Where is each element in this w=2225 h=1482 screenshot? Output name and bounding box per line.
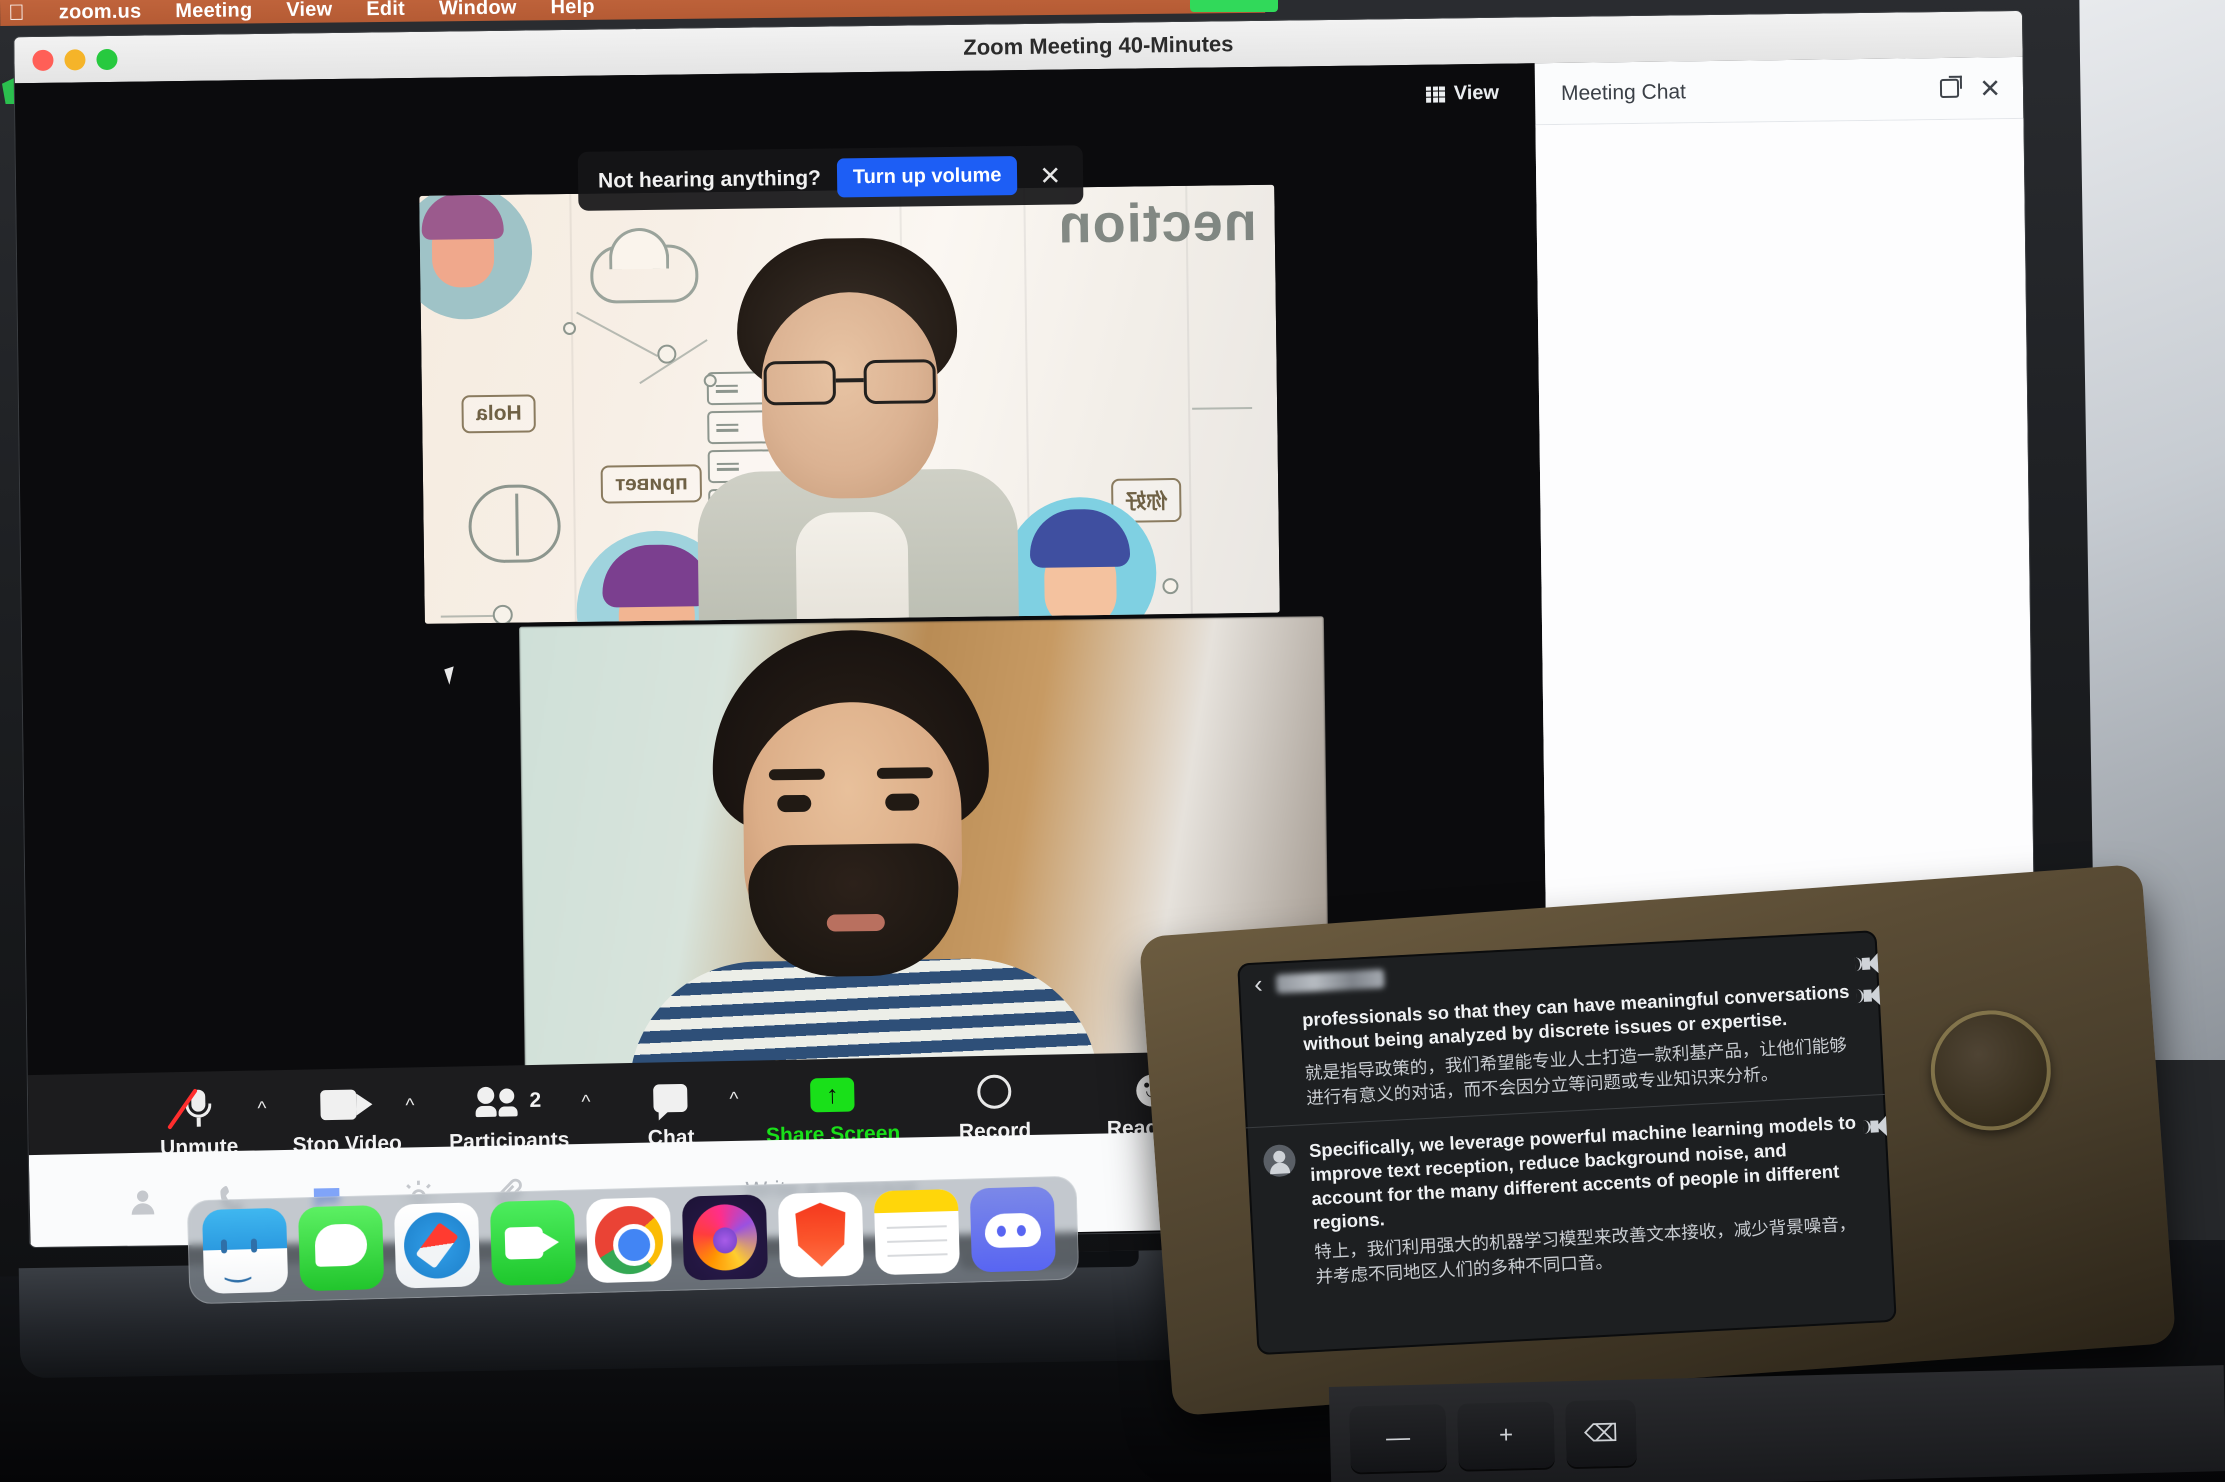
- share-screen-icon: [809, 1073, 855, 1118]
- key-minus[interactable]: —: [1349, 1404, 1447, 1473]
- screenshot-root:  zoom.us Meeting View Edit Window Help …: [0, 0, 2225, 1482]
- video-tile-participant-1[interactable]: nection Hola привет 你好: [419, 184, 1280, 624]
- dock-app-firefox[interactable]: [681, 1194, 769, 1281]
- key-plus[interactable]: +: [1457, 1401, 1555, 1470]
- speaker-icon[interactable]: [1856, 984, 1882, 1083]
- record-icon: [976, 1069, 1012, 1114]
- maximize-window-button[interactable]: [96, 48, 118, 70]
- menu-item-help[interactable]: Help: [550, 0, 594, 19]
- participant-1-person: [640, 218, 1065, 624]
- chat-panel-header: Meeting Chat ✕: [1534, 56, 2024, 126]
- background-word-connection: nection: [1057, 191, 1258, 255]
- menu-item-view[interactable]: View: [286, 0, 332, 22]
- menu-item-window[interactable]: Window: [439, 0, 517, 20]
- turn-up-volume-button[interactable]: Turn up volume: [836, 156, 1018, 198]
- dock-app-chrome[interactable]: [585, 1196, 673, 1284]
- menu-item-meeting[interactable]: Meeting: [175, 0, 252, 23]
- key-delete[interactable]: ⌫: [1565, 1399, 1637, 1468]
- mouse-cursor: [444, 666, 459, 685]
- dock-app-safari[interactable]: [393, 1202, 481, 1289]
- camera-active-indicator: [1190, 0, 1278, 12]
- participants-options-caret-icon[interactable]: ^: [581, 1092, 590, 1114]
- pop-out-icon[interactable]: [1940, 78, 1960, 98]
- dock-app-messages[interactable]: [297, 1204, 385, 1292]
- brain-icon: [468, 484, 562, 564]
- dock-app-discord[interactable]: [969, 1186, 1057, 1273]
- stop-video-button[interactable]: Stop Video ^: [272, 1081, 421, 1158]
- person-icon[interactable]: [125, 1184, 160, 1219]
- minimize-window-button[interactable]: [64, 48, 86, 71]
- window-traffic-lights[interactable]: [14, 48, 118, 71]
- device-message[interactable]: Specifically, we leverage powerful machi…: [1245, 1093, 1895, 1306]
- apple-logo-icon[interactable]: : [8, 0, 25, 25]
- speaker-icon[interactable]: [1863, 1114, 1889, 1262]
- view-button-label: View: [1453, 81, 1500, 105]
- participants-icon: 2: [475, 1079, 542, 1124]
- audio-options-caret-icon[interactable]: ^: [257, 1098, 266, 1120]
- avatar-illustration-1: [419, 184, 533, 321]
- chat-options-caret-icon[interactable]: ^: [729, 1089, 738, 1111]
- chat-bubble-icon: [653, 1076, 688, 1121]
- microphone-muted-icon: [167, 1085, 213, 1130]
- dock-app-finder[interactable]: [201, 1207, 289, 1294]
- back-icon[interactable]: ‹: [1254, 970, 1264, 998]
- camera-icon: [320, 1082, 373, 1127]
- close-banner-icon[interactable]: ✕: [1033, 160, 1067, 190]
- participants-count: 2: [529, 1088, 542, 1113]
- unmute-button[interactable]: Unmute ^: [124, 1084, 273, 1161]
- dock-app-brave[interactable]: [777, 1191, 865, 1278]
- device-message-chinese: 特上，我们利用强大的机器学习模型来改善文本接收，减少背景噪音，并考虑不同地区人们…: [1313, 1213, 1857, 1288]
- speech-bubble-hola: Hola: [461, 394, 536, 434]
- grid-view-icon: [1425, 85, 1445, 103]
- audio-banner[interactable]: Not hearing anything? Turn up volume ✕: [577, 145, 1084, 211]
- close-window-button[interactable]: [32, 49, 54, 71]
- menu-item-zoomus[interactable]: zoom.us: [59, 0, 142, 24]
- chat-button[interactable]: Chat ^: [596, 1075, 745, 1152]
- chat-panel-title: Meeting Chat: [1560, 79, 1687, 105]
- dock-app-facetime[interactable]: [489, 1199, 577, 1286]
- close-icon[interactable]: ✕: [1979, 73, 2001, 103]
- device-speaker-name-blurred: [1276, 968, 1385, 994]
- audio-banner-message: Not hearing anything?: [597, 166, 822, 193]
- translator-device: ‹ professionals so that they can have me…: [1138, 863, 2177, 1417]
- video-options-caret-icon[interactable]: ^: [405, 1095, 414, 1117]
- participant-1-glasses: [763, 359, 937, 406]
- menu-item-edit[interactable]: Edit: [366, 0, 405, 21]
- avatar: [1262, 1143, 1297, 1178]
- dock-app-notes[interactable]: [873, 1188, 961, 1276]
- device-message-english: Specifically, we leverage powerful machi…: [1308, 1111, 1857, 1234]
- view-button[interactable]: View: [1418, 78, 1508, 110]
- device-screen[interactable]: ‹ professionals so that they can have me…: [1237, 930, 1897, 1356]
- record-button[interactable]: Record: [920, 1068, 1069, 1145]
